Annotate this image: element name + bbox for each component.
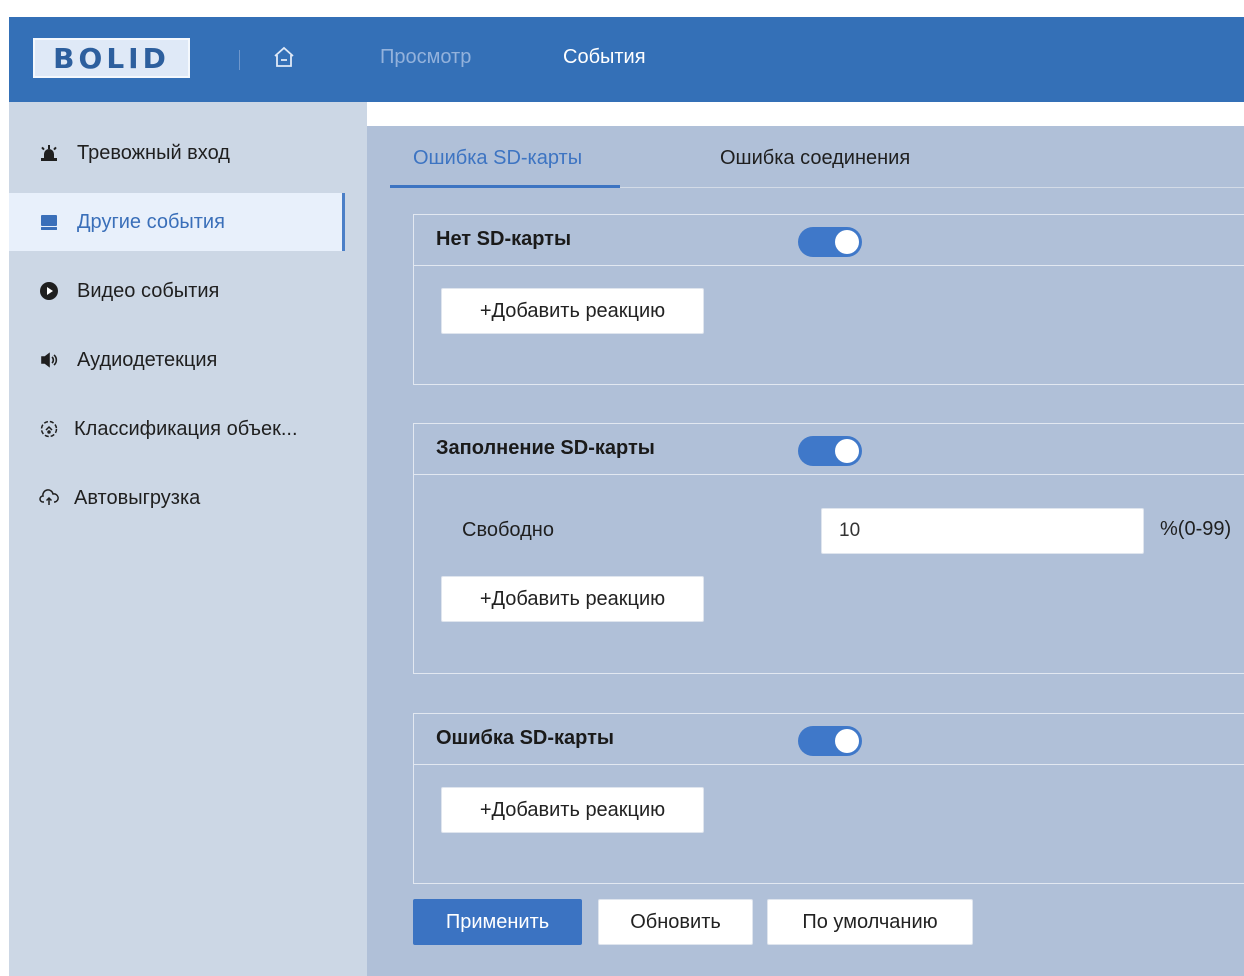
active-tab-indicator [390,185,620,188]
default-button[interactable]: По умолчанию [767,899,973,945]
sidebar-item-label: Автовыгрузка [74,486,201,509]
sidebar-item-object-classification[interactable]: Классификация объек... [9,400,345,458]
refresh-button[interactable]: Обновить [598,899,753,945]
alarm-light-icon [39,143,59,163]
sidebar-item-other-events[interactable]: Другие события [9,193,345,251]
panel-title: Ошибка SD-карты [436,727,614,749]
nav-view[interactable]: Просмотр [380,44,471,70]
sidebar-item-auto-upload[interactable]: Автовыгрузка [9,469,345,527]
classify-icon [39,419,59,439]
header-divider [239,50,240,70]
toggle-knob [835,729,859,753]
logo: BOLID [33,38,190,78]
add-reaction-button[interactable]: +Добавить реакцию [441,576,704,622]
add-reaction-button[interactable]: +Добавить реакцию [441,787,704,833]
speaker-icon [39,350,59,370]
panel-header: Заполнение SD-карты [414,424,1244,475]
sidebar: Тревожный вход Другие события Видео собы… [9,102,367,976]
top-bar: BOLID Просмотр События [9,17,1244,102]
free-space-unit: %(0-99) [1160,518,1232,540]
toggle-knob [835,439,859,463]
panel-sd-card-full: Заполнение SD-карты Свободно 10 %(0-99) … [413,423,1244,674]
panel-title: Заполнение SD-карты [436,437,655,459]
home-icon[interactable] [272,45,296,69]
sidebar-item-label: Видео события [77,279,220,302]
drive-icon [39,212,59,232]
sidebar-item-audio-detection[interactable]: Аудиодетекция [9,331,345,389]
sidebar-item-label: Другие события [77,210,225,233]
sd-card-full-toggle[interactable] [798,436,862,466]
sd-card-error-toggle[interactable] [798,726,862,756]
logo-text: BOLID [53,41,170,75]
sidebar-item-label: Тревожный вход [77,141,230,164]
no-sd-card-toggle[interactable] [798,227,862,257]
tab-sd-card-error[interactable]: Ошибка SD-карты [390,144,620,172]
panel-header: Нет SD-карты [414,215,1244,266]
free-space-label: Свободно [462,519,554,541]
sidebar-item-label: Классификация объек... [74,417,298,440]
main-content: Ошибка SD-карты Ошибка соединения Нет SD… [367,126,1244,976]
apply-button[interactable]: Применить [413,899,582,945]
panel-sd-card-error: Ошибка SD-карты +Добавить реакцию [413,713,1244,884]
panel-no-sd-card: Нет SD-карты +Добавить реакцию [413,214,1244,385]
panel-title: Нет SD-карты [436,228,572,250]
free-space-input[interactable]: 10 [821,508,1144,554]
add-reaction-button[interactable]: +Добавить реакцию [441,288,704,334]
tab-connection-error[interactable]: Ошибка соединения [720,144,910,172]
sidebar-item-video-events[interactable]: Видео события [9,262,345,320]
cloud-upload-icon [39,488,59,508]
toggle-knob [835,230,859,254]
sidebar-item-label: Аудиодетекция [77,348,218,371]
play-circle-icon [39,281,59,301]
sidebar-item-alarm-input[interactable]: Тревожный вход [9,124,345,182]
nav-events[interactable]: События [563,44,646,70]
panel-header: Ошибка SD-карты [414,714,1244,765]
